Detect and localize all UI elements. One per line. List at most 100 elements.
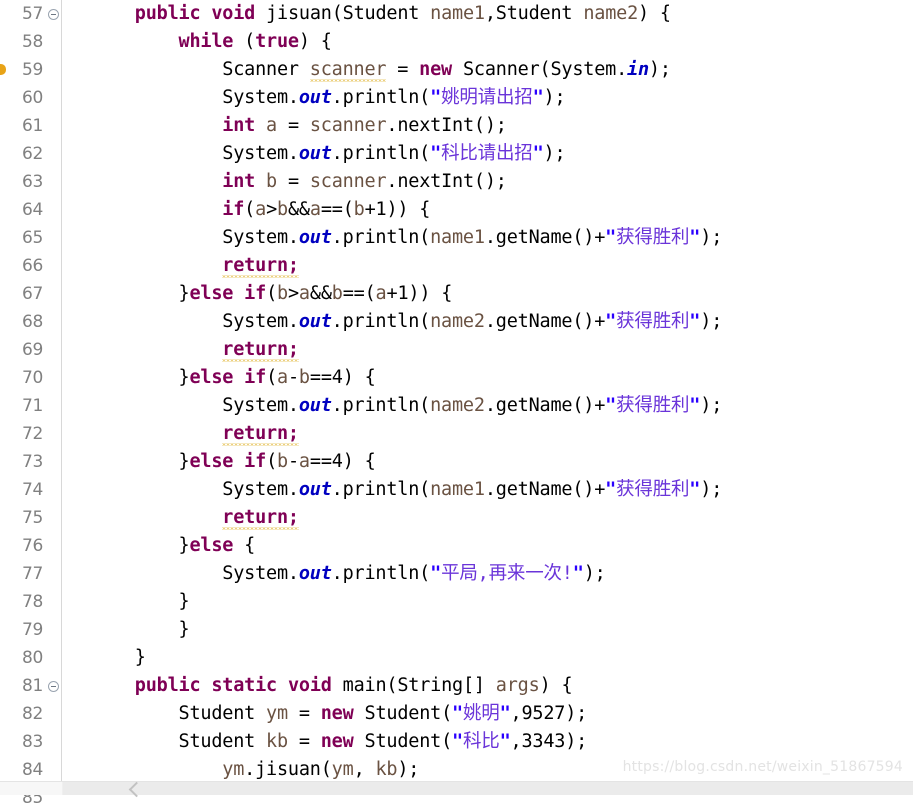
scrollbar-thumb[interactable] [63, 781, 913, 798]
code-line[interactable]: System.out.println("科比请出招"); [63, 140, 913, 168]
line-number: 58 [21, 32, 43, 52]
gutter-row[interactable]: 61 [0, 112, 61, 140]
code-token: 获得胜利 [616, 479, 690, 500]
code-token: > [266, 199, 278, 220]
code-line[interactable]: }else { [63, 532, 913, 560]
gutter-row[interactable]: 72 [0, 420, 61, 448]
code-token: } [91, 283, 190, 304]
code-token: .println( [331, 227, 431, 248]
gutter-row[interactable]: 79 [0, 616, 61, 644]
code-token: kb [266, 731, 288, 752]
gutter-row[interactable]: 76 [0, 532, 61, 560]
horizontal-scrollbar[interactable] [0, 781, 913, 798]
gutter-row[interactable]: 78 [0, 588, 61, 616]
code-token: ); [583, 563, 606, 584]
fold-collapse-icon[interactable] [48, 9, 59, 20]
code-token: = [386, 59, 420, 80]
gutter-row[interactable]: 58 [0, 28, 61, 56]
gutter-row[interactable]: 63 [0, 168, 61, 196]
code-token: new [320, 703, 354, 724]
code-line[interactable]: return; [63, 420, 913, 448]
line-number: 66 [21, 256, 43, 276]
code-line[interactable]: while (true) { [63, 28, 913, 56]
code-token: b [277, 199, 288, 220]
code-token: 科比 [462, 731, 500, 752]
code-token: .getName()+ [484, 479, 606, 500]
code-token: System. [91, 395, 299, 416]
code-token: ==4) { [309, 451, 376, 472]
code-line[interactable]: System.out.println(name1.getName()+"获得胜利… [63, 224, 913, 252]
warning-marker-icon[interactable] [0, 64, 6, 75]
code-token: > [287, 283, 299, 304]
code-line[interactable]: }else if(a-b==4) { [63, 364, 913, 392]
gutter-row[interactable]: 67 [0, 280, 61, 308]
gutter-row[interactable]: 59 [0, 56, 61, 84]
code-line[interactable]: } [63, 644, 913, 672]
code-token: b [331, 283, 343, 304]
gutter-row[interactable]: 73 [0, 448, 61, 476]
code-line[interactable]: System.out.println(name1.getName()+"获得胜利… [63, 476, 913, 504]
code-token: ) { [298, 31, 332, 52]
code-token: b [353, 199, 365, 220]
code-editor[interactable]: 57 58 59 60 61 62 63 64 65 66 67 68 69 70 71 72 73 74 75 76… [0, 0, 913, 808]
gutter-row[interactable]: 71 [0, 392, 61, 420]
code-token: +1)) { [364, 199, 431, 220]
code-token: out [298, 479, 332, 500]
line-number: 80 [21, 648, 43, 668]
line-number-gutter[interactable]: 57 58 59 60 61 62 63 64 65 66 67 68 69 70 71 72 73 74 75 76… [0, 0, 62, 808]
gutter-row[interactable]: 74 [0, 476, 61, 504]
gutter-row[interactable]: 65 [0, 224, 61, 252]
code-token: Student( [353, 703, 453, 724]
code-token: " [430, 87, 442, 108]
code-line[interactable]: Student ym = new Student("姚明",9527); [63, 700, 913, 728]
code-line[interactable]: }else if(b>a&&b==(a+1)) { [63, 280, 913, 308]
gutter-row[interactable]: 77 [0, 560, 61, 588]
gutter-row[interactable]: 70 [0, 364, 61, 392]
code-line[interactable]: public void jisuan(Student name1,Student… [63, 0, 913, 28]
code-token: name1 [430, 479, 485, 500]
code-line[interactable]: } [63, 616, 913, 644]
code-token: ) { [539, 675, 573, 696]
gutter-row[interactable]: 80 [0, 644, 61, 672]
code-line[interactable]: int b = scanner.nextInt(); [63, 168, 913, 196]
gutter-row[interactable]: 57 [0, 0, 61, 28]
code-token: name1 [430, 227, 485, 248]
code-line[interactable]: } [63, 588, 913, 616]
code-token: " [605, 311, 617, 332]
code-line[interactable]: Student kb = new Student("科比",3343); [63, 728, 913, 756]
gutter-row[interactable]: 69 [0, 336, 61, 364]
code-line[interactable]: System.out.println(name2.getName()+"获得胜利… [63, 392, 913, 420]
code-line[interactable]: return; [63, 336, 913, 364]
gutter-row[interactable]: 66 [0, 252, 61, 280]
code-line[interactable]: System.out.println("姚明请出招"); [63, 84, 913, 112]
code-line[interactable]: if(a>b&&a==(b+1)) { [63, 196, 913, 224]
gutter-row[interactable]: 75 [0, 504, 61, 532]
gutter-row[interactable]: 60 [0, 84, 61, 112]
code-line[interactable]: int a = scanner.nextInt(); [63, 112, 913, 140]
code-token: " [499, 703, 511, 724]
code-token: Scanner [91, 59, 310, 80]
gutter-row[interactable]: 62 [0, 140, 61, 168]
code-line[interactable]: return; [63, 252, 913, 280]
code-line[interactable]: System.out.println("平局,再来一次!"); [63, 560, 913, 588]
code-line[interactable]: System.out.println(name2.getName()+"获得胜利… [63, 308, 913, 336]
fold-collapse-icon[interactable] [48, 681, 59, 692]
line-number: 60 [21, 88, 43, 108]
code-text-area[interactable]: public void jisuan(Student name1,Student… [63, 0, 913, 781]
gutter-row[interactable]: 64 [0, 196, 61, 224]
gutter-row[interactable]: 68 [0, 308, 61, 336]
code-line[interactable]: public static void main(String[] args) { [63, 672, 913, 700]
code-token: int [222, 171, 256, 192]
gutter-row[interactable]: 82 [0, 700, 61, 728]
code-line[interactable]: Scanner scanner = new Scanner(System.in)… [63, 56, 913, 84]
gutter-row[interactable]: 83 [0, 728, 61, 756]
code-token: true [255, 31, 299, 52]
code-line[interactable]: }else if(b-a==4) { [63, 448, 913, 476]
gutter-row[interactable]: 84 [0, 756, 61, 784]
code-line[interactable]: return; [63, 504, 913, 532]
code-token: ,Student [484, 3, 584, 24]
code-token: ym [331, 759, 354, 780]
gutter-row[interactable]: 81 [0, 672, 61, 700]
